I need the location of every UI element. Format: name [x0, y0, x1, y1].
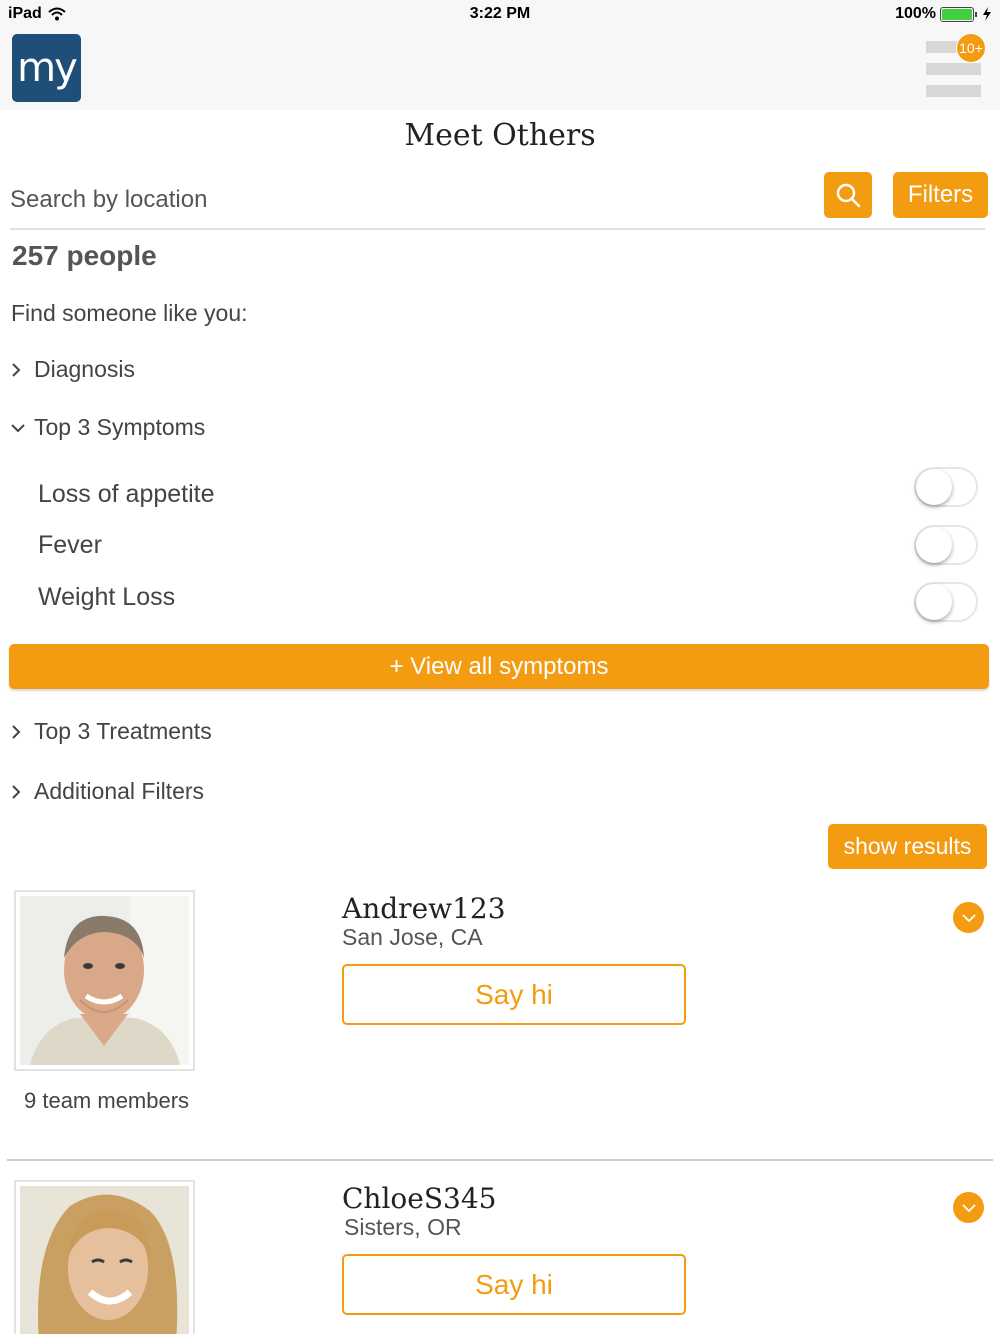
app-logo[interactable]: my	[12, 34, 81, 102]
member-card: Andrew123 San Jose, CA Say hi 9 team mem…	[0, 890, 1000, 1130]
people-count: 257 people	[12, 240, 157, 271]
search-button[interactable]	[824, 172, 872, 218]
expand-member-button[interactable]	[953, 902, 984, 933]
symptom-toggle-weight-loss[interactable]	[914, 582, 978, 622]
symptom-label: Weight Loss	[38, 583, 176, 611]
chevron-down-icon	[961, 913, 976, 922]
show-results-button[interactable]: show results	[828, 824, 987, 869]
status-bar: iPad 3:22 PM 100%	[0, 0, 1000, 27]
say-hi-button[interactable]: Say hi	[342, 964, 686, 1025]
symptom-label: Fever	[38, 531, 102, 559]
section-top-symptoms[interactable]: Top 3 Symptoms	[10, 414, 205, 441]
section-top-symptoms-label: Top 3 Symptoms	[34, 414, 206, 440]
battery-percent: 100%	[895, 5, 936, 22]
section-top-treatments-label: Top 3 Treatments	[34, 718, 212, 744]
say-hi-button[interactable]: Say hi	[342, 1254, 686, 1315]
member-avatar	[20, 1186, 189, 1334]
team-members-count: 9 team members	[24, 1088, 190, 1113]
logo-text: my	[17, 45, 78, 91]
search-icon	[836, 183, 861, 208]
chevron-right-icon	[12, 784, 21, 799]
section-top-treatments[interactable]: Top 3 Treatments	[10, 718, 212, 745]
chevron-right-icon	[12, 362, 21, 377]
section-diagnosis-label: Diagnosis	[34, 356, 135, 382]
status-time: 3:22 PM	[469, 5, 531, 22]
symptom-toggle-loss-of-appetite[interactable]	[914, 467, 978, 507]
charging-icon	[983, 7, 991, 21]
member-card: ChloeS345 Sisters, OR Say hi	[0, 1180, 1000, 1334]
status-bar-right: 100%	[895, 5, 992, 23]
symptom-label: Loss of appetite	[38, 480, 215, 508]
member-name[interactable]: Andrew123	[342, 892, 506, 925]
member-photo-frame[interactable]	[14, 1180, 195, 1334]
member-location: San Jose, CA	[342, 924, 483, 950]
expand-member-button[interactable]	[953, 1192, 984, 1223]
member-avatar	[20, 896, 189, 1065]
member-photo-frame[interactable]	[14, 890, 195, 1071]
section-additional-filters[interactable]: Additional Filters	[10, 778, 204, 805]
chevron-down-icon	[961, 1203, 976, 1212]
page-title: Meet Others	[404, 118, 596, 153]
filters-button[interactable]: Filters	[893, 172, 988, 218]
member-location: Sisters, OR	[344, 1214, 462, 1240]
section-diagnosis[interactable]: Diagnosis	[10, 356, 135, 383]
chevron-right-icon	[12, 724, 21, 739]
find-prompt: Find someone like you:	[11, 300, 248, 326]
symptom-toggle-fever[interactable]	[914, 525, 978, 565]
member-divider	[7, 1159, 993, 1161]
battery-icon	[940, 6, 977, 22]
search-underline	[10, 228, 985, 230]
app-header: my	[0, 27, 1000, 110]
view-all-symptoms-button[interactable]: + View all symptoms	[9, 644, 989, 689]
notification-badge[interactable]: 10+	[956, 33, 986, 63]
chevron-down-icon	[11, 423, 25, 432]
member-name[interactable]: ChloeS345	[342, 1182, 496, 1215]
location-search-input[interactable]	[10, 180, 810, 220]
section-additional-filters-label: Additional Filters	[34, 778, 205, 804]
